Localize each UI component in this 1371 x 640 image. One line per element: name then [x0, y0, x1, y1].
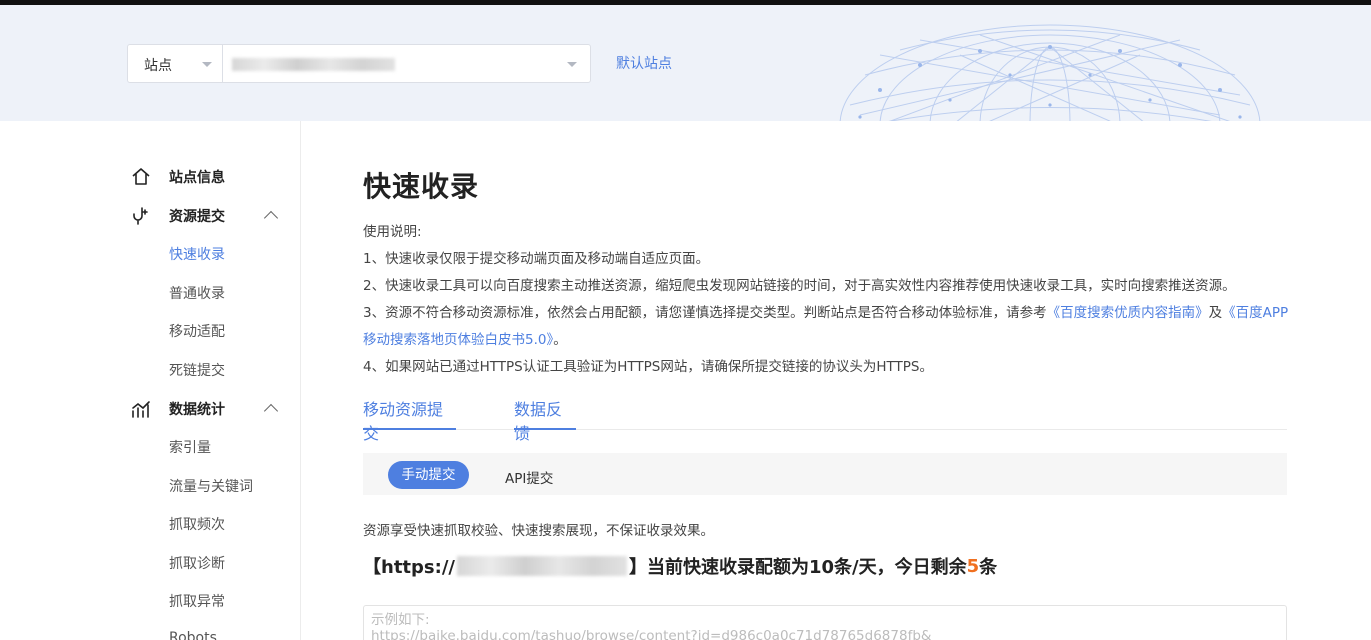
instruction-line: 移动搜索落地页体验白皮书5.0》。	[363, 328, 567, 348]
sidebar-item-mobile-adapt[interactable]: 移动适配	[169, 321, 225, 341]
submit-tabs: 移动资源提交 数据反馈	[363, 393, 1287, 443]
instruction-line: 4、如果网站已通过HTTPS认证工具验证为HTTPS网站，请确保所提交链接的协议…	[363, 359, 933, 375]
stats-chart-icon	[130, 398, 152, 420]
sidebar-item-crawl-diagnosis[interactable]: 抓取诊断	[169, 553, 225, 573]
tab-data-feedback[interactable]: 数据反馈	[514, 393, 576, 443]
nav-data-stats-label: 数据统计	[169, 402, 225, 418]
sidebar-item-traffic-keywords[interactable]: 流量与关键词	[169, 476, 253, 496]
chevron-down-icon	[202, 62, 212, 67]
nav-site-info[interactable]: 站点信息	[130, 166, 225, 188]
default-site-link[interactable]: 默认站点	[616, 53, 672, 73]
redacted-site-url	[456, 556, 627, 576]
textarea-placeholder: https://baike.baidu.com/tashuo/browse/co…	[371, 628, 932, 640]
sidebar-item-normal-index[interactable]: 普通收录	[169, 283, 225, 303]
submit-hook-icon	[130, 205, 152, 227]
instruction-line: 1、快速收录仅限于提交移动端页面及移动端自适应页面。	[363, 251, 710, 267]
sidebar-item-dead-link[interactable]: 死链提交	[169, 360, 225, 380]
page-title: 快速收录	[363, 170, 480, 203]
quota-remaining: 5	[966, 555, 980, 577]
nav-resource-submit-label: 资源提交	[169, 209, 225, 225]
home-icon	[130, 166, 152, 188]
sidebar-item-index-volume[interactable]: 索引量	[169, 437, 211, 457]
site-type-label: 站点	[144, 58, 172, 74]
sidebar-item-fast-index[interactable]: 快速收录	[169, 244, 225, 264]
main-content: 快速收录 使用说明: 1、快速收录仅限于提交移动端页面及移动端自适应页面。 2、…	[363, 121, 1288, 640]
chevron-up-icon[interactable]	[263, 210, 279, 226]
sidebar-item-crawl-frequency[interactable]: 抓取频次	[169, 514, 225, 534]
redacted-site-url	[232, 58, 395, 71]
quota-text: 】当前快速收录配额为10条/天，今日剩余	[628, 557, 967, 578]
sidebar-item-robots[interactable]: Robots	[169, 630, 217, 640]
nav-resource-submit[interactable]: 资源提交	[130, 205, 225, 227]
quality-guide-link[interactable]: 《百度搜索优质内容指南》	[1047, 305, 1209, 321]
whitepaper-link[interactable]: 移动搜索落地页体验白皮书5.0》	[363, 332, 553, 348]
sidebar-item-crawl-errors[interactable]: 抓取异常	[169, 591, 225, 611]
instructions-heading: 使用说明:	[363, 224, 422, 240]
api-submit-button[interactable]: API提交	[505, 467, 553, 487]
globe-decoration	[839, 24, 1261, 121]
chevron-down-icon	[567, 62, 577, 67]
quota-prefix: 【https://	[363, 557, 455, 578]
whitepaper-link[interactable]: 《百度APP	[1222, 305, 1288, 321]
site-header: 站点 默认站点	[0, 5, 1371, 121]
quota-status: 【https:// 】当前快速收录配额为10条/天，今日剩余 5 条	[363, 553, 997, 579]
manual-submit-button[interactable]: 手动提交	[388, 461, 469, 489]
quota-unit: 条	[979, 557, 998, 578]
nav-site-info-label: 站点信息	[169, 170, 225, 186]
nav-data-stats[interactable]: 数据统计	[130, 398, 225, 420]
sidebar: 站点信息 资源提交 快速收录 普通收录 移动适配 死链提交 数据统计 索引量 流…	[0, 121, 301, 640]
url-submit-textarea[interactable]: 示例如下: https://baike.baidu.com/tashuo/bro…	[363, 605, 1287, 640]
tab-mobile-resource-submit[interactable]: 移动资源提交	[363, 393, 456, 443]
textarea-placeholder: 示例如下:	[371, 612, 430, 628]
instruction-line-text: 。	[553, 332, 567, 348]
instruction-line: 3、资源不符合移动资源标准，依然会占用配额，请您谨慎选择提交类型。判断站点是否符…	[363, 301, 1288, 321]
instruction-line-text: 及	[1208, 305, 1223, 321]
instruction-line: 2、快速收录工具可以向百度搜索主动推送资源，缩短爬虫发现网站链接的时间，对于高实…	[363, 278, 1236, 294]
submit-note: 资源享受快速抓取校验、快速搜索展现，不保证收录效果。	[363, 523, 714, 539]
instruction-line-text: 3、资源不符合移动资源标准，依然会占用配额，请您谨慎选择提交类型。判断站点是否符…	[363, 305, 1047, 321]
chevron-up-icon[interactable]	[263, 403, 279, 419]
site-type-select[interactable]: 站点	[127, 44, 223, 83]
submit-mode-bar: 手动提交 API提交	[363, 453, 1287, 495]
site-url-select[interactable]	[222, 44, 591, 83]
